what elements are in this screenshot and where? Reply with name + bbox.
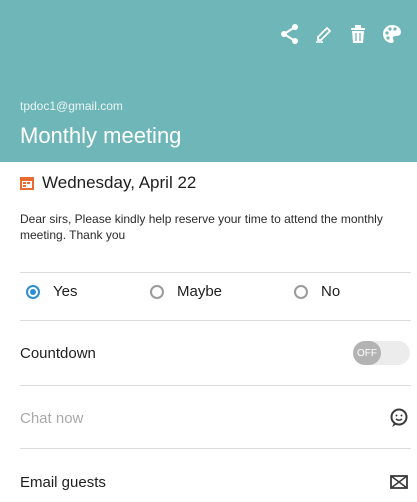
palette-icon <box>383 25 401 43</box>
color-button[interactable] <box>375 14 409 54</box>
pencil-icon <box>316 26 332 43</box>
rsvp-group: Yes Maybe No <box>20 283 410 313</box>
countdown-toggle[interactable]: OFF <box>353 341 410 365</box>
event-date: Wednesday, April 22 <box>42 173 197 192</box>
calendar-icon <box>20 177 34 190</box>
delete-button[interactable] <box>341 14 375 54</box>
radio-yes[interactable] <box>26 284 40 299</box>
share-icon <box>281 24 298 44</box>
rsvp-yes[interactable]: Yes <box>26 283 77 300</box>
chat-button[interactable] <box>388 407 410 429</box>
event-description: Dear sirs, Please kindly help reserve yo… <box>20 212 383 242</box>
event-title: Monthly meeting <box>20 123 182 148</box>
rsvp-no-label: No <box>321 283 341 300</box>
email-button[interactable] <box>388 471 410 493</box>
radio-no[interactable] <box>294 284 308 299</box>
rsvp-yes-label: Yes <box>53 283 78 300</box>
divider <box>20 448 411 449</box>
chat-smiley-icon <box>390 408 408 427</box>
edit-button[interactable] <box>307 14 341 54</box>
email-label: Email guests <box>20 473 106 491</box>
divider <box>20 385 411 386</box>
trash-icon <box>351 25 365 43</box>
chat-row[interactable]: Chat now <box>20 398 410 438</box>
countdown-label: Countdown <box>20 344 96 362</box>
app-header: tpdoc1@gmail.com Monthly meeting <box>0 0 417 162</box>
account-email: tpdoc1@gmail.com <box>20 99 123 113</box>
rsvp-no[interactable]: No <box>294 283 340 300</box>
toolbar <box>273 14 409 54</box>
share-button[interactable] <box>273 14 307 54</box>
chat-label: Chat now <box>20 409 84 427</box>
countdown-row: Countdown OFF <box>20 333 410 373</box>
email-row[interactable]: Email guests <box>20 462 410 502</box>
event-date-row: Wednesday, April 22 <box>20 173 196 193</box>
divider <box>20 272 411 273</box>
radio-maybe[interactable] <box>150 284 164 299</box>
rsvp-maybe[interactable]: Maybe <box>150 283 222 300</box>
rsvp-maybe-label: Maybe <box>177 283 223 300</box>
toggle-state: OFF <box>353 341 381 365</box>
divider <box>20 320 411 321</box>
